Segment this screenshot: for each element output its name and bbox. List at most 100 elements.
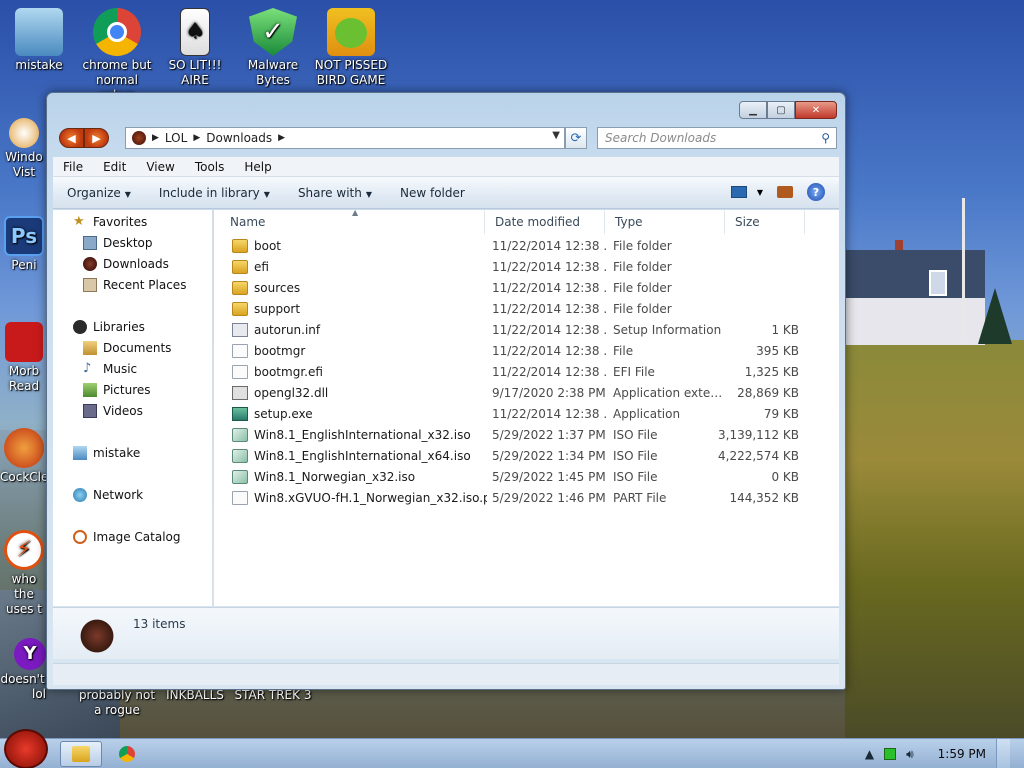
computer-icon	[15, 8, 63, 56]
file-row[interactable]: efi 11/22/2014 12:38 ... File folder	[214, 257, 839, 278]
column-header-size[interactable]: Size	[725, 210, 805, 234]
organize-button[interactable]: Organize ▼	[53, 186, 145, 200]
desktop-icon-bird-game[interactable]: NOT PISSED BIRD GAME	[312, 8, 390, 88]
file-row[interactable]: setup.exe 11/22/2014 12:38 ... Application…	[214, 404, 839, 425]
change-view-button[interactable]: ▼	[730, 186, 763, 198]
breadcrumb-separator-icon[interactable]: ▶	[278, 133, 285, 143]
search-input[interactable]: Search Downloads ⚲	[597, 127, 837, 149]
desktop-icon-mistake[interactable]: mistake	[0, 8, 78, 73]
menu-edit[interactable]: Edit	[93, 160, 136, 174]
file-row[interactable]: bootmgr 11/22/2014 12:38 ... File 395 KB	[214, 341, 839, 362]
file-name-cell[interactable]: bootmgr	[232, 344, 487, 358]
clock[interactable]: 1:59 PM	[938, 747, 986, 761]
breadcrumb-separator-icon[interactable]: ▶	[193, 133, 200, 143]
show-hidden-icons-icon[interactable]: ▲	[865, 747, 874, 761]
file-row[interactable]: Win8.1_EnglishInternational_x64.iso 5/29/…	[214, 446, 839, 467]
nav-network[interactable]: Network	[73, 485, 143, 505]
nav-favorites[interactable]: ★ Favorites	[73, 212, 147, 232]
file-name-cell[interactable]: autorun.inf	[232, 323, 487, 337]
file-name-cell[interactable]: opengl32.dll	[232, 386, 487, 400]
nav-pictures[interactable]: Pictures	[83, 380, 151, 400]
nav-downloads[interactable]: Downloads	[83, 254, 169, 274]
nav-documents[interactable]: Documents	[83, 338, 171, 358]
desktop-icon-cleaner[interactable]: CockCle	[0, 428, 48, 485]
battery-icon[interactable]	[884, 748, 897, 760]
file-row[interactable]: Win8.1_EnglishInternational_x32.iso 5/29/…	[214, 425, 839, 446]
desktop-icon-photoshop[interactable]: Ps Peni	[0, 216, 48, 273]
file-row[interactable]: Win8.xGVUO-fH.1_Norwegian_x32.iso.part 5/…	[214, 488, 839, 509]
desktop-icon-chrome[interactable]: chrome but normal colors	[78, 8, 156, 103]
nav-desktop[interactable]: Desktop	[83, 233, 153, 253]
minimize-button[interactable]: ▁	[739, 101, 767, 119]
file-icon	[232, 491, 248, 505]
nav-recent-places[interactable]: Recent Places	[83, 275, 186, 295]
file-name-cell[interactable]: Win8.1_EnglishInternational_x64.iso	[232, 449, 487, 463]
file-date: 5/29/2022 1:34 PM	[492, 449, 606, 463]
file-name-cell[interactable]: Win8.1_EnglishInternational_x32.iso	[232, 428, 487, 442]
file-name-cell[interactable]: support	[232, 302, 487, 316]
nav-mistake[interactable]: mistake	[73, 443, 140, 463]
column-header-type[interactable]: Type	[605, 210, 725, 234]
desktop-icon-vista[interactable]: Windo Vist	[0, 118, 48, 180]
file-row[interactable]: boot 11/22/2014 12:38 ... File folder	[214, 236, 839, 257]
file-row[interactable]: sources 11/22/2014 12:38 ... File folder	[214, 278, 839, 299]
file-name-cell[interactable]: setup.exe	[232, 407, 487, 421]
nav-music[interactable]: ♪ Music	[83, 359, 137, 379]
taskbar-explorer-button[interactable]	[60, 741, 102, 767]
column-header-date[interactable]: Date modified	[485, 210, 605, 234]
menu-file[interactable]: File	[53, 160, 93, 174]
file-name-cell[interactable]: Win8.xGVUO-fH.1_Norwegian_x32.iso.part	[232, 491, 487, 505]
breadcrumb-lol[interactable]: LOL	[165, 131, 187, 145]
back-button[interactable]: ◀	[59, 128, 84, 148]
desktop-icon-solitaire[interactable]: ♠ SO LIT!!! AIRE	[156, 8, 234, 88]
menu-view[interactable]: View	[136, 160, 184, 174]
file-row[interactable]: opengl32.dll 9/17/2020 2:38 PM Application…	[214, 383, 839, 404]
desktop-icon-inkballs[interactable]: INKBALLS	[156, 688, 234, 703]
include-in-library-button[interactable]: Include in library ▼	[145, 186, 284, 200]
file-size: 0 KB	[771, 470, 799, 484]
show-desktop-button[interactable]	[996, 739, 1010, 768]
address-bar[interactable]: ▶ LOL ▶ Downloads ▶ ▼	[125, 127, 565, 149]
command-bar-right: ▼ ?	[730, 183, 825, 201]
file-name-cell[interactable]: boot	[232, 239, 487, 253]
nav-videos[interactable]: Videos	[83, 401, 143, 421]
file-name-cell[interactable]: sources	[232, 281, 487, 295]
column-header-name[interactable]: Name ▲	[220, 208, 485, 234]
desktop-icon-reader[interactable]: Morb Read	[0, 322, 48, 394]
desktop-icon-malwarebytes[interactable]: ✓ Malware Bytes	[234, 8, 312, 88]
file-row[interactable]: support 11/22/2014 12:38 ... File folder	[214, 299, 839, 320]
breadcrumb-separator-icon[interactable]: ▶	[152, 133, 159, 143]
forward-button[interactable]: ▶	[84, 128, 109, 148]
menu-tools[interactable]: Tools	[185, 160, 235, 174]
breadcrumb-downloads[interactable]: Downloads	[206, 131, 272, 145]
file-name-cell[interactable]: bootmgr.efi	[232, 365, 487, 379]
search-icon[interactable]: ⚲	[821, 131, 830, 145]
file-name: Win8.1_EnglishInternational_x32.iso	[254, 428, 471, 442]
desktop-icon-star-trek[interactable]: STAR TREK 3	[234, 688, 312, 703]
close-button[interactable]: ✕	[795, 101, 837, 119]
file-row[interactable]: autorun.inf 11/22/2014 12:38 ... Setup Inf…	[214, 320, 839, 341]
file-name-cell[interactable]: Win8.1_Norwegian_x32.iso	[232, 470, 487, 484]
file-date: 11/22/2014 12:38 ...	[492, 323, 607, 337]
volume-icon[interactable]: 🔊︎	[906, 747, 914, 762]
new-folder-button[interactable]: New folder	[386, 186, 479, 200]
nav-libraries[interactable]: Libraries	[73, 317, 145, 337]
desktop-icon-who[interactable]: ⚡ who the uses t	[0, 530, 48, 617]
refresh-button[interactable]: ⟳	[565, 127, 587, 149]
nav-image-catalog[interactable]: Image Catalog	[73, 527, 180, 547]
desktop-wallpaper-pole	[962, 198, 965, 338]
downloads-icon	[83, 257, 97, 271]
menu-help[interactable]: Help	[234, 160, 281, 174]
file-row[interactable]: bootmgr.efi 11/22/2014 12:38 ... EFI File 1…	[214, 362, 839, 383]
desktop-icon-rogue[interactable]: probably not a rogue	[78, 688, 156, 718]
help-icon[interactable]: ?	[807, 183, 825, 201]
file-row[interactable]: Win8.1_Norwegian_x32.iso 5/29/2022 1:45 P…	[214, 467, 839, 488]
maximize-button[interactable]: ▢	[767, 101, 795, 119]
address-dropdown-icon[interactable]: ▼	[552, 130, 560, 141]
share-with-button[interactable]: Share with ▼	[284, 186, 386, 200]
explorer-window[interactable]: ▁ ▢ ✕ ◀ ▶ ▶ LOL ▶ Downloads ▶ ▼ ⟳ Search…	[46, 92, 846, 690]
taskbar-chrome-button[interactable]	[106, 741, 148, 767]
file-name-cell[interactable]: efi	[232, 260, 487, 274]
start-button[interactable]	[4, 729, 48, 768]
preview-pane-icon[interactable]	[777, 186, 793, 198]
